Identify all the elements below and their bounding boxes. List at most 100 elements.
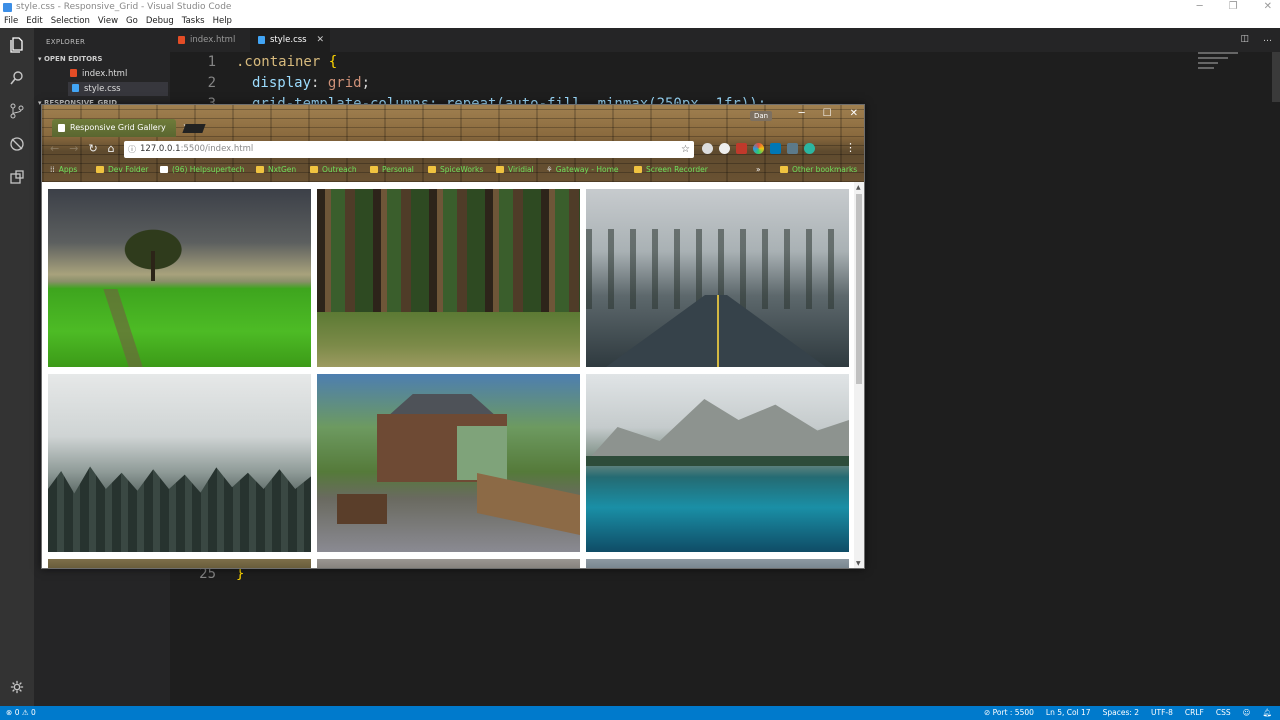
css-value: grid — [327, 75, 362, 91]
forward-arrow-icon[interactable]: → — [69, 142, 78, 155]
tab-style-css[interactable]: style.css ✕ — [250, 28, 330, 52]
tab-index-html[interactable]: index.html — [170, 28, 248, 52]
notifications-bell-icon[interactable]: 🔔︎ — [1262, 708, 1272, 717]
extension-icon[interactable] — [753, 143, 764, 154]
feedback-smiley-icon[interactable]: ☺ — [1243, 708, 1251, 717]
bookmarks-overflow-icon[interactable]: » — [756, 165, 761, 174]
page-favicon-icon — [58, 124, 65, 132]
close-button[interactable]: ✕ — [1264, 1, 1272, 12]
bookmark-apps[interactable]: ⁞⁞ Apps — [50, 165, 77, 174]
bookmark-item[interactable]: ⚘ Gateway - Home — [546, 165, 619, 174]
live-server-port[interactable]: ⊘ Port : 5500 — [984, 708, 1034, 717]
split-editor-icon[interactable]: ◫ — [1240, 34, 1249, 44]
browser-tab[interactable]: Responsive Grid Gallery ✕ — [52, 119, 190, 137]
scroll-thumb[interactable] — [856, 194, 862, 384]
open-brace: { — [320, 54, 338, 70]
browser-maximize-button[interactable]: ☐ — [823, 108, 832, 119]
gallery-image-mountain-lake[interactable] — [586, 374, 849, 552]
open-editor-style-css[interactable]: style.css — [68, 82, 168, 96]
settings-gear-icon[interactable] — [8, 678, 26, 696]
gallery-image-wet-road[interactable] — [586, 189, 849, 367]
menu-tasks[interactable]: Tasks — [182, 15, 205, 28]
broadcast-icon: ⊘ — [983, 708, 991, 717]
menu-edit[interactable]: Edit — [26, 15, 42, 28]
bookmark-item[interactable]: Outreach — [310, 165, 357, 174]
extension-icon[interactable] — [804, 143, 815, 154]
language-mode[interactable]: CSS — [1216, 708, 1231, 717]
menu-file[interactable]: File — [4, 15, 18, 28]
minimap[interactable] — [1198, 52, 1268, 92]
extensions-icon[interactable] — [8, 168, 26, 186]
gallery-image[interactable] — [317, 559, 580, 568]
bookmark-star-icon[interactable]: ☆ — [681, 141, 690, 158]
folder-icon — [634, 166, 642, 173]
html-file-icon — [70, 69, 77, 77]
close-tab-icon[interactable]: ✕ — [316, 28, 324, 52]
extension-icon[interactable] — [736, 143, 747, 154]
page-scrollbar[interactable]: ▲ ▼ — [854, 182, 864, 568]
source-control-icon[interactable] — [8, 102, 26, 120]
gallery-image[interactable] — [586, 559, 849, 568]
gallery-image-forest[interactable] — [317, 189, 580, 367]
bookmark-item[interactable]: NxtGen — [256, 165, 296, 174]
browser-close-button[interactable]: ✕ — [850, 108, 858, 119]
gallery-image-green-field[interactable] — [48, 189, 311, 367]
minimize-button[interactable]: ─ — [1197, 1, 1203, 12]
editor-scrollbar[interactable] — [1272, 52, 1280, 102]
scroll-down-icon[interactable]: ▼ — [856, 560, 861, 567]
extension-icon[interactable] — [702, 143, 713, 154]
more-actions-icon[interactable]: … — [1263, 34, 1272, 44]
menu-go[interactable]: Go — [126, 15, 138, 28]
linkedin-icon[interactable] — [770, 143, 781, 154]
apps-grid-icon: ⁞⁞ — [50, 165, 55, 174]
extension-icon[interactable] — [787, 143, 798, 154]
bookmark-item[interactable]: Personal — [370, 165, 414, 174]
css-property: display — [252, 75, 312, 91]
address-bar[interactable]: ⓘ 127.0.0.1:5500/index.html ☆ — [124, 141, 694, 158]
cursor-position[interactable]: Ln 5, Col 17 — [1046, 708, 1091, 717]
page-icon — [160, 166, 168, 173]
menu-debug[interactable]: Debug — [146, 15, 174, 28]
problems-indicator[interactable]: ⊗ 0 ⚠ 0 — [6, 708, 36, 717]
profile-badge[interactable]: Dan — [750, 111, 773, 121]
menu-bar: File Edit Selection View Go Debug Tasks … — [0, 15, 1280, 28]
bookmark-item[interactable]: Viridial — [496, 165, 534, 174]
bookmark-item[interactable]: Screen Recorder — [634, 165, 708, 174]
other-bookmarks[interactable]: Other bookmarks — [780, 165, 857, 174]
open-editors-section[interactable]: ▾ OPEN EDITORS — [38, 55, 102, 63]
explorer-files-icon[interactable] — [8, 36, 26, 54]
bookmark-item[interactable]: (96) Helpsupertech — [160, 165, 244, 174]
tab-label: index.html — [190, 35, 236, 45]
extension-icon[interactable] — [719, 143, 730, 154]
menu-view[interactable]: View — [98, 15, 118, 28]
new-tab-button[interactable] — [182, 124, 206, 133]
gallery-image[interactable] — [48, 559, 311, 568]
indentation[interactable]: Spaces: 2 — [1103, 708, 1139, 717]
scroll-up-icon[interactable]: ▲ — [856, 184, 861, 191]
end-of-line[interactable]: CRLF — [1185, 708, 1204, 717]
page-viewport — [42, 182, 854, 568]
info-icon[interactable]: ⓘ — [128, 141, 136, 158]
menu-selection[interactable]: Selection — [51, 15, 90, 28]
home-icon[interactable]: ⌂ — [108, 142, 115, 155]
menu-help[interactable]: Help — [213, 15, 232, 28]
error-icon: ⊗ — [6, 708, 13, 717]
bookmarks-bar: ⁞⁞ Apps Dev Folder (96) Helpsupertech Nxt… — [42, 162, 864, 180]
gallery-image-cabin[interactable] — [317, 374, 580, 552]
encoding[interactable]: UTF-8 — [1151, 708, 1173, 717]
bookmark-item[interactable]: SpiceWorks — [428, 165, 483, 174]
browser-menu-icon[interactable]: ⋮ — [845, 141, 856, 154]
explorer-title: EXPLORER — [46, 38, 86, 46]
search-icon[interactable] — [8, 69, 26, 87]
line-number: 2 — [207, 75, 216, 91]
open-editors-label: OPEN EDITORS — [43, 55, 103, 63]
bookmark-item[interactable]: Dev Folder — [96, 165, 148, 174]
browser-minimize-button[interactable]: ─ — [799, 108, 805, 119]
open-editor-index-html[interactable]: index.html — [70, 67, 166, 81]
restore-button[interactable]: ❐ — [1229, 1, 1238, 12]
gallery-image-foggy-forest[interactable] — [48, 374, 311, 552]
status-bar: ⊗ 0 ⚠ 0 ⊘ Port : 5500 Ln 5, Col 17 Space… — [0, 706, 1280, 720]
back-arrow-icon[interactable]: ← — [50, 142, 59, 155]
reload-icon[interactable]: ↻ — [88, 142, 97, 155]
debug-icon[interactable] — [8, 135, 26, 153]
